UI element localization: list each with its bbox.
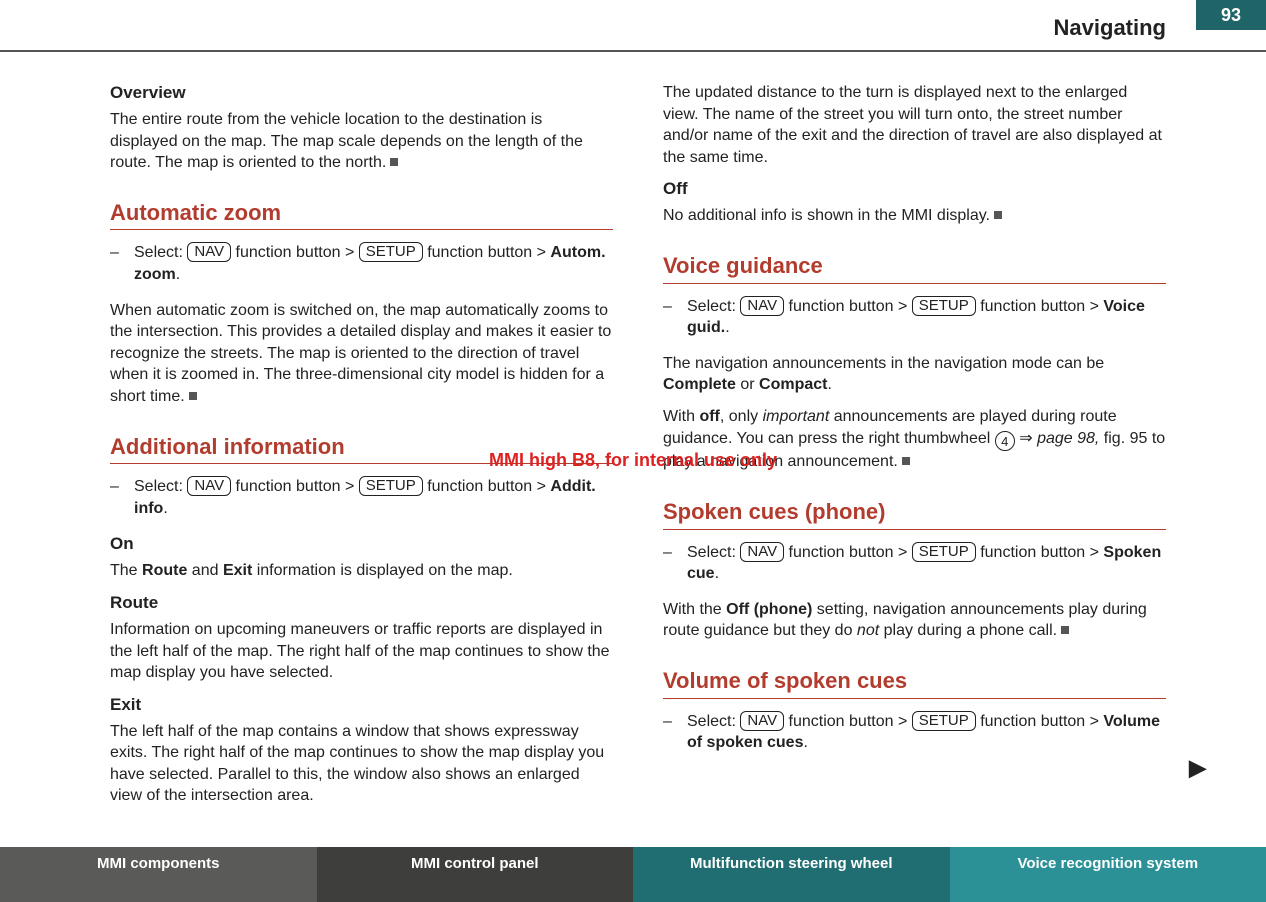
- tab-voice-recognition[interactable]: Voice recognition system: [950, 847, 1266, 902]
- page-number-badge: 93: [1196, 0, 1266, 30]
- end-mark-icon: [189, 392, 197, 400]
- exit-heading: Exit: [110, 694, 613, 717]
- volume-step: – Select: NAV function button > SETUP fu…: [663, 711, 1166, 754]
- spoken-cues-title: Spoken cues (phone): [663, 497, 1166, 530]
- voice-p1: The navigation announcements in the navi…: [663, 353, 1166, 396]
- on-body: The Route and Exit information is displa…: [110, 560, 613, 582]
- off-heading: Off: [663, 178, 1166, 201]
- addinfo-step: – Select: NAV function button > SETUP fu…: [110, 476, 613, 519]
- overview-body: The entire route from the vehicle locati…: [110, 109, 613, 174]
- setup-button: SETUP: [912, 711, 976, 731]
- end-mark-icon: [994, 211, 1002, 219]
- setup-button: SETUP: [912, 296, 976, 316]
- tab-mmi-components[interactable]: MMI components: [0, 847, 317, 902]
- autozoom-step: – Select: NAV function button > SETUP fu…: [110, 242, 613, 285]
- nav-button: NAV: [740, 542, 784, 562]
- setup-button: SETUP: [359, 242, 423, 262]
- on-heading: On: [110, 533, 613, 556]
- nav-button: NAV: [740, 711, 784, 731]
- continue-arrow-icon: ▶: [1189, 755, 1206, 781]
- autozoom-body: When automatic zoom is switched on, the …: [110, 300, 613, 408]
- nav-button: NAV: [740, 296, 784, 316]
- left-column: Overview The entire route from the vehic…: [110, 82, 613, 817]
- setup-button: SETUP: [359, 476, 423, 496]
- voice-step: – Select: NAV function button > SETUP fu…: [663, 296, 1166, 339]
- route-heading: Route: [110, 592, 613, 615]
- end-mark-icon: [1061, 626, 1069, 634]
- tab-mmi-control-panel[interactable]: MMI control panel: [317, 847, 634, 902]
- tab-multifunction-wheel[interactable]: Multifunction steering wheel: [633, 847, 950, 902]
- setup-button: SETUP: [912, 542, 976, 562]
- section-title: Navigating: [1054, 15, 1166, 41]
- carry-over-text: The updated distance to the turn is disp…: [663, 82, 1166, 168]
- nav-button: NAV: [187, 476, 231, 496]
- spoken-step: – Select: NAV function button > SETUP fu…: [663, 542, 1166, 585]
- footer-tabs: MMI components MMI control panel Multifu…: [0, 847, 1266, 902]
- nav-button: NAV: [187, 242, 231, 262]
- off-body: No additional info is shown in the MMI d…: [663, 205, 1166, 227]
- end-mark-icon: [390, 158, 398, 166]
- voice-guidance-title: Voice guidance: [663, 251, 1166, 284]
- voice-p2: With off, only important announcements a…: [663, 406, 1166, 473]
- page-header: Navigating 93: [0, 0, 1266, 52]
- exit-body: The left half of the map contains a wind…: [110, 721, 613, 807]
- volume-title: Volume of spoken cues: [663, 666, 1166, 699]
- route-body: Information on upcoming maneuvers or tra…: [110, 619, 613, 684]
- overview-heading: Overview: [110, 82, 613, 105]
- right-column: The updated distance to the turn is disp…: [663, 82, 1166, 817]
- end-mark-icon: [902, 457, 910, 465]
- spoken-body: With the Off (phone) setting, navigation…: [663, 599, 1166, 642]
- thumbwheel-4-icon: 4: [995, 431, 1015, 451]
- automatic-zoom-title: Automatic zoom: [110, 198, 613, 231]
- content-area: Overview The entire route from the vehic…: [0, 52, 1266, 847]
- additional-info-title: Additional information: [110, 432, 613, 465]
